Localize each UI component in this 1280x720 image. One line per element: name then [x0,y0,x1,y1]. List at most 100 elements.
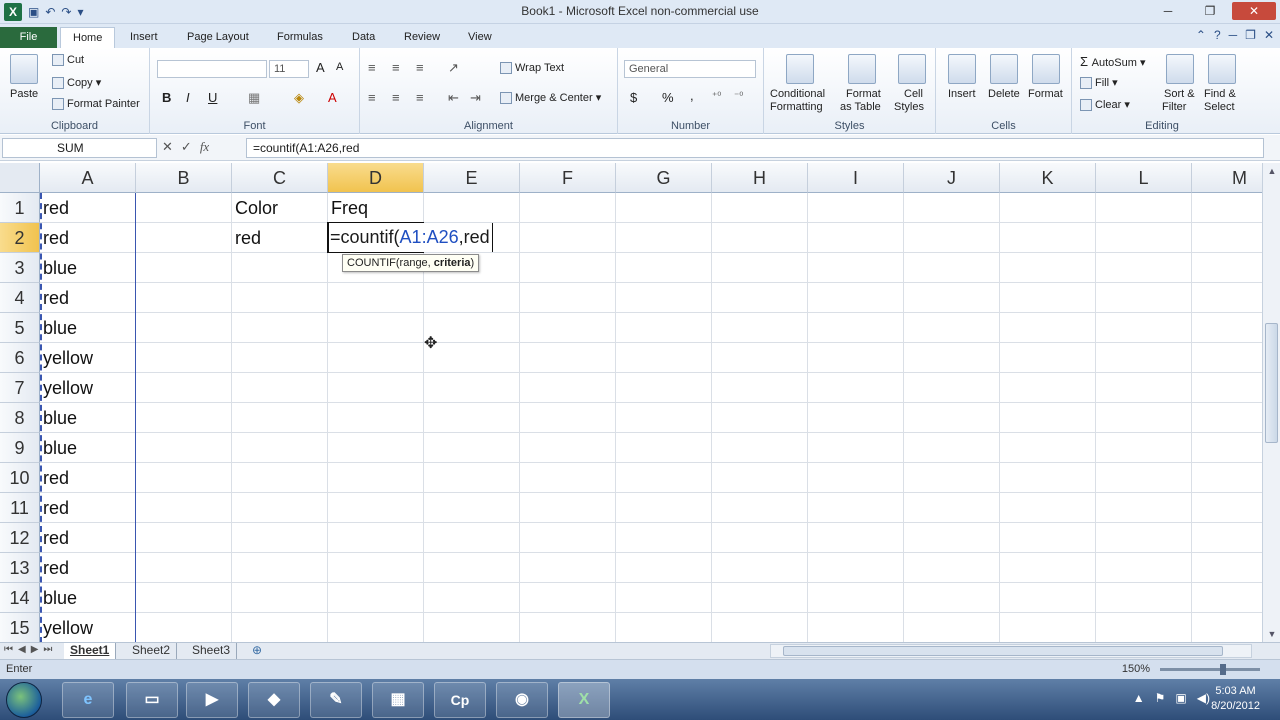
scroll-up-icon[interactable]: ▲ [1263,163,1280,179]
clear-button[interactable]: Clear ▾ [1080,98,1130,112]
column-header-k[interactable]: K [1000,163,1096,193]
column-header-f[interactable]: F [520,163,616,193]
format-cells-button[interactable]: Format [1028,88,1063,100]
format-as-table-icon[interactable] [848,54,876,84]
shrink-font-icon[interactable]: A [336,61,343,73]
grow-font-icon[interactable]: A [316,60,325,75]
zoom-slider-knob[interactable] [1220,664,1226,675]
cell-c2[interactable]: red [232,223,261,253]
format-as-table-label-2[interactable]: as Table [840,101,881,113]
tab-data[interactable]: Data [340,27,387,48]
column-header-i[interactable]: I [808,163,904,193]
sheet-tab-sheet2[interactable]: Sheet2 [126,643,178,659]
column-header-c[interactable]: C [232,163,328,193]
underline-button[interactable]: U [208,90,217,105]
insert-cells-icon[interactable] [948,54,976,84]
font-size-combo[interactable]: 11 [269,60,309,78]
tab-formulas[interactable]: Formulas [265,27,335,48]
font-color-icon[interactable]: A [328,90,337,105]
column-header-b[interactable]: B [136,163,232,193]
minimize-ribbon-icon[interactable]: ⌃ [1196,28,1206,42]
cut-button[interactable]: Cut [52,54,84,67]
conditional-formatting-icon[interactable] [786,54,814,84]
start-button[interactable] [6,682,42,718]
vertical-scroll-thumb[interactable] [1265,323,1278,443]
find-select-icon[interactable] [1208,54,1236,84]
row-header-3[interactable]: 3 [0,253,40,283]
row-header-6[interactable]: 6 [0,343,40,373]
delete-cells-icon[interactable] [990,54,1018,84]
format-cells-icon[interactable] [1032,54,1060,84]
cell-styles-icon[interactable] [898,54,926,84]
insert-sheet-icon[interactable]: ⊕ [246,643,268,659]
scroll-down-icon[interactable]: ▼ [1263,626,1280,642]
explorer-folder-icon[interactable]: ▭ [126,682,178,718]
comma-button[interactable]: , [690,88,694,103]
app-icon-6[interactable]: ▦ [372,682,424,718]
app-icon-cp[interactable]: Cp [434,682,486,718]
workbook-close-icon[interactable]: ✕ [1264,28,1274,42]
percent-button[interactable]: % [662,90,674,105]
tab-view[interactable]: View [456,27,504,48]
insert-cells-button[interactable]: Insert [948,88,976,100]
prev-sheet-icon[interactable]: ◀ [18,644,26,655]
tab-file[interactable]: File [0,27,57,48]
zoom-level[interactable]: 150% [1122,663,1150,675]
cell-styles-label-2[interactable]: Styles [894,101,924,113]
column-header-g[interactable]: G [616,163,712,193]
last-sheet-icon[interactable]: ⏭ [43,644,52,655]
format-painter-button[interactable]: Format Painter [52,98,140,111]
tab-review[interactable]: Review [392,27,452,48]
formula-input[interactable]: =countif(A1:A26,red [246,138,1264,158]
align-middle-icon[interactable]: ≡ [392,60,400,75]
column-header-h[interactable]: H [712,163,808,193]
cell-d2-editor[interactable]: =countif(A1:A26,red [329,223,493,252]
row-header-14[interactable]: 14 [0,583,40,613]
row-header-8[interactable]: 8 [0,403,40,433]
clock[interactable]: 5:03 AM 8/20/2012 [1211,684,1260,714]
app-icon-4[interactable]: ◆ [248,682,300,718]
horizontal-scrollbar[interactable] [770,644,1252,658]
cell-c1[interactable]: Color [232,193,278,223]
cell-d1[interactable]: Freq [328,193,368,223]
sheet-tab-sheet1[interactable]: Sheet1 [64,643,117,659]
font-name-combo[interactable] [157,60,267,78]
row-header-5[interactable]: 5 [0,313,40,343]
fill-button[interactable]: Fill ▾ [1080,76,1118,90]
tab-home[interactable]: Home [60,27,116,48]
close-button[interactable]: ✕ [1232,2,1276,20]
media-player-icon[interactable]: ▶ [186,682,238,718]
paste-button[interactable]: Paste [10,88,38,100]
horizontal-scroll-thumb[interactable] [783,646,1223,656]
internet-explorer-icon[interactable]: e [62,682,114,718]
align-left-icon[interactable]: ≡ [368,90,376,105]
excel-taskbar-icon[interactable]: X [558,682,610,718]
app-icon-8[interactable]: ◉ [496,682,548,718]
decrease-indent-icon[interactable]: ⇤ [448,90,459,106]
fill-color-icon[interactable]: ◈ [294,90,304,106]
row-header-4[interactable]: 4 [0,283,40,313]
column-header-a[interactable]: A [40,163,136,193]
format-as-table-label-1[interactable]: Format [846,88,881,100]
sort-filter-icon[interactable] [1166,54,1194,84]
row-header-10[interactable]: 10 [0,463,40,493]
vertical-scrollbar[interactable]: ▲ ▼ [1262,163,1280,642]
cell-styles-label-1[interactable]: Cell [904,88,923,100]
orientation-icon[interactable]: ↗ [448,60,459,76]
tab-page-layout[interactable]: Page Layout [175,27,261,48]
number-format-combo[interactable]: General [624,60,756,78]
show-hidden-icons-icon[interactable]: ▲ [1133,691,1145,705]
cancel-icon[interactable]: ✕ [162,139,173,155]
sort-filter-label-1[interactable]: Sort & [1164,88,1195,100]
increase-indent-icon[interactable]: ⇥ [470,90,481,106]
row-header-2[interactable]: 2 [0,223,40,253]
column-header-e[interactable]: E [424,163,520,193]
help-icon[interactable]: ? [1214,28,1221,42]
conditional-formatting-label-2[interactable]: Formatting [770,101,823,113]
merge-center-button[interactable]: Merge & Center ▾ [500,91,601,105]
minimize-button[interactable]: ─ [1148,2,1188,20]
align-center-icon[interactable]: ≡ [392,90,400,105]
find-select-label-1[interactable]: Find & [1204,88,1236,100]
row-header-9[interactable]: 9 [0,433,40,463]
wrap-text-button[interactable]: Wrap Text [500,62,564,75]
